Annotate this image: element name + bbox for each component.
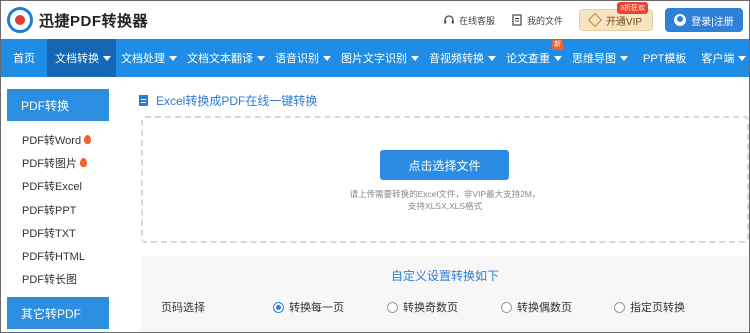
chevron-down-icon: [323, 55, 331, 61]
sidebar-heading-other-to-pdf[interactable]: 其它转PDF: [7, 297, 109, 329]
page-title-text: Excel转换成PDF在线一键转换: [156, 94, 318, 108]
nav-label: 文档文本翻译: [187, 53, 253, 65]
settings-title: 自定义设置转换如下: [390, 269, 499, 283]
document-icon: [139, 95, 148, 106]
upload-dropzone[interactable]: 点击选择文件 请上传需要转换的Excel文件，非VIP最大支持2M， 支持XLS…: [141, 116, 749, 243]
top-bar: 迅捷PDF转换器 在线客服 我的文件 开通VIP 3折狂欢 登录|注册: [1, 1, 749, 39]
sidebar-item-label: PDF转PPT: [22, 204, 77, 217]
nav-label: 音视频转换: [429, 53, 484, 65]
sidebar: PDF转换 PDF转Word PDF转图片 PDF转Excel PDF转PPT …: [7, 89, 109, 332]
radio-label: 指定页转换: [630, 302, 685, 314]
vip-label: 开通VIP: [605, 16, 643, 28]
chevron-down-icon: [169, 55, 177, 61]
sidebar-list: PDF转Word PDF转图片 PDF转Excel PDF转PPT PDF转TX…: [7, 121, 109, 291]
page-frame: 迅捷PDF转换器 在线客服 我的文件 开通VIP 3折狂欢 登录|注册 首页 文…: [0, 0, 750, 333]
file-icon: [511, 14, 523, 26]
sidebar-item-pdf-to-word[interactable]: PDF转Word: [7, 128, 109, 151]
sidebar-heading-pdf-convert[interactable]: PDF转换: [7, 89, 109, 121]
select-file-button[interactable]: 点击选择文件: [380, 150, 509, 180]
my-files-label: 我的文件: [526, 15, 563, 26]
fire-icon: [80, 158, 87, 168]
new-badge: 新: [552, 40, 563, 50]
sidebar-item-pdf-to-ppt[interactable]: PDF转PPT: [7, 198, 109, 221]
nav-label: 文档处理: [121, 53, 165, 65]
radio-convert-even-pages[interactable]: 转换偶数页: [501, 299, 572, 315]
sidebar-item-pdf-to-long-image[interactable]: PDF转长图: [7, 268, 109, 291]
radio-label: 转换奇数页: [403, 302, 458, 314]
chevron-down-icon: [738, 55, 747, 61]
main-nav: 首页 文档转换 文档处理 文档文本翻译 语音识别 图片文字识别 音视频转换 论文…: [1, 39, 749, 77]
radio-convert-every-page[interactable]: 转换每一页: [273, 299, 344, 315]
chevron-down-icon: [257, 55, 265, 61]
nav-label: PPT模板: [643, 53, 687, 65]
brand-name[interactable]: 迅捷PDF转换器: [39, 10, 148, 31]
radio-dot: [501, 301, 512, 313]
sidebar-item-label: PDF转HTML: [22, 251, 85, 264]
chevron-down-icon: [411, 55, 419, 61]
chevron-down-icon: [488, 55, 496, 61]
nav-label: 首页: [13, 53, 35, 65]
nav-item-client[interactable]: 客户端: [696, 39, 749, 77]
nav-item-av-convert[interactable]: 音视频转换: [424, 39, 501, 77]
nav-label: 客户端: [701, 53, 735, 65]
sidebar-item-label: PDF转Word: [22, 134, 82, 147]
nav-item-doc-convert[interactable]: 文档转换: [47, 39, 116, 77]
chevron-down-icon: [103, 55, 111, 61]
nav-item-ocr[interactable]: 图片文字识别: [336, 39, 424, 77]
radio-convert-specified-pages[interactable]: 指定页转换: [614, 299, 685, 315]
login-register-button[interactable]: 登录|注册: [665, 8, 743, 32]
fire-icon: [84, 135, 92, 145]
nav-item-speech[interactable]: 语音识别: [270, 39, 336, 77]
conversion-settings: 自定义设置转换如下 页码选择 转换每一页 转换奇数页 转换偶数页 指定页转换: [141, 256, 749, 332]
nav-item-doc-process[interactable]: 文档处理: [116, 39, 182, 77]
nav-item-translate[interactable]: 文档文本翻译: [182, 39, 270, 77]
sidebar-item-pdf-to-excel[interactable]: PDF转Excel: [7, 175, 109, 198]
nav-label: 图片文字识别: [341, 53, 407, 65]
top-right-actions: 在线客服 我的文件 开通VIP 3折狂欢 登录|注册: [443, 1, 749, 39]
nav-label: 论文查重: [506, 53, 550, 65]
sidebar-item-pdf-to-txt[interactable]: PDF转TXT: [7, 221, 109, 244]
radio-convert-odd-pages[interactable]: 转换奇数页: [387, 299, 458, 315]
radio-label: 转换每一页: [289, 302, 344, 314]
vip-discount-badge: 3折狂欢: [617, 2, 648, 14]
nav-item-mindmap[interactable]: 思维导图: [567, 39, 633, 77]
radio-label: 转换偶数页: [517, 302, 572, 314]
my-files-link[interactable]: 我的文件: [511, 14, 563, 27]
chevron-down-icon: [620, 55, 628, 61]
open-vip-button[interactable]: 开通VIP 3折狂欢: [579, 2, 653, 31]
diamond-icon: [587, 12, 603, 28]
radio-dot: [273, 301, 284, 313]
radio-dot: [614, 301, 625, 313]
brand-logo-icon[interactable]: [7, 7, 33, 33]
upload-hint: 请上传需要转换的Excel文件，非VIP最大支持2M， 支持XLSX,XLS格式: [143, 188, 747, 212]
sidebar-item-label: PDF转长图: [22, 274, 77, 287]
sidebar-item-label: PDF转图片: [22, 157, 77, 170]
nav-item-ppt-template[interactable]: PPT模板: [633, 39, 696, 77]
headset-icon: [443, 14, 455, 26]
nav-item-plagiarism[interactable]: 论文查重新: [501, 39, 567, 77]
user-icon: [674, 14, 687, 26]
upload-hint-line-2: 支持XLSX,XLS格式: [407, 201, 483, 211]
upload-hint-line-1: 请上传需要转换的Excel文件，非VIP最大支持2M，: [349, 189, 541, 199]
online-service-link[interactable]: 在线客服: [443, 14, 495, 27]
login-label: 登录|注册: [691, 16, 734, 28]
online-service-label: 在线客服: [458, 15, 495, 26]
sidebar-item-label: PDF转TXT: [22, 227, 76, 240]
sidebar-item-label: PDF转Excel: [22, 181, 82, 194]
page-selection-label: 页码选择: [161, 302, 205, 314]
chevron-down-icon: [554, 55, 562, 61]
page-title: Excel转换成PDF在线一键转换: [139, 92, 317, 109]
sidebar-item-pdf-to-image[interactable]: PDF转图片: [7, 151, 109, 174]
radio-dot: [387, 301, 398, 313]
nav-label: 语音识别: [275, 53, 319, 65]
nav-label: 文档转换: [55, 53, 99, 65]
nav-item-home[interactable]: 首页: [1, 39, 47, 77]
sidebar-item-pdf-to-html[interactable]: PDF转HTML: [7, 244, 109, 267]
nav-label: 思维导图: [572, 53, 616, 65]
